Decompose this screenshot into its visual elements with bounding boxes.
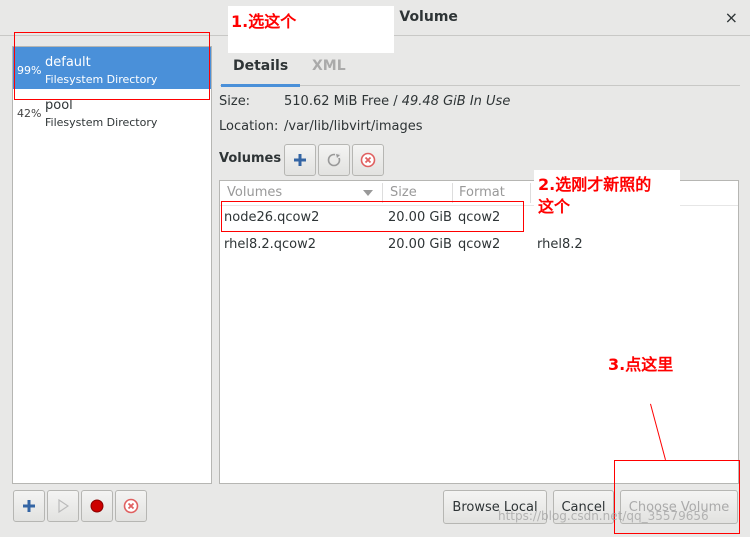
refresh-volumes-button[interactable] xyxy=(318,144,350,176)
add-volume-button[interactable] xyxy=(284,144,316,176)
column-header-volumes[interactable]: Volumes xyxy=(227,185,282,200)
delete-icon xyxy=(123,498,139,514)
column-separator xyxy=(452,183,453,203)
add-icon xyxy=(294,154,306,166)
column-header-size[interactable]: Size xyxy=(390,185,417,200)
window-title: e Volume xyxy=(385,9,458,25)
annotation-step1: 1.选这个 xyxy=(231,12,297,31)
location-label: Location: xyxy=(219,119,279,134)
annotation-step2-line2: 这个 xyxy=(538,197,571,216)
refresh-icon xyxy=(327,153,341,167)
sort-down-icon xyxy=(363,190,373,196)
delete-volume-button[interactable] xyxy=(352,144,384,176)
pool-usage-percent: 42% xyxy=(17,107,42,120)
column-header-format[interactable]: Format xyxy=(459,185,505,200)
play-icon xyxy=(58,499,69,513)
location-value: /var/lib/libvirt/images xyxy=(284,119,423,134)
pool-name: pool xyxy=(45,98,73,113)
volume-used-by: rhel8.2 xyxy=(537,237,583,252)
volume-size: 20.00 GiB xyxy=(388,237,452,252)
stop-pool-button[interactable] xyxy=(81,490,113,522)
column-separator xyxy=(530,183,531,203)
size-value: 510.62 MiB Free / 49.48 GiB In Use xyxy=(284,94,510,109)
volume-format: qcow2 xyxy=(458,237,501,252)
watermark: https://blog.csdn.net/qq_35579656 xyxy=(498,509,709,523)
annotation-step2-line1: 2.选刚才新照的 xyxy=(538,175,652,194)
pool-list: 99% default Filesystem Directory 42% poo… xyxy=(12,46,212,484)
record-icon xyxy=(90,499,104,513)
pool-type: Filesystem Directory xyxy=(45,116,158,129)
volumes-label: Volumes xyxy=(219,151,282,166)
volume-name: rhel8.2.qcow2 xyxy=(224,237,317,252)
size-used: 49.48 GiB In Use xyxy=(401,94,511,109)
annotation-box-default-pool xyxy=(14,32,210,100)
annotation-box-node26 xyxy=(221,201,524,232)
column-separator xyxy=(382,183,383,203)
size-label: Size: xyxy=(219,94,251,109)
delete-pool-button[interactable] xyxy=(115,490,147,522)
annotation-step3: 3.点这里 xyxy=(608,355,674,374)
add-icon xyxy=(23,500,35,512)
table-row[interactable]: rhel8.2.qcow2 20.00 GiB qcow2 rhel8.2 xyxy=(220,234,738,258)
size-free: 510.62 MiB Free / xyxy=(284,94,398,109)
delete-icon xyxy=(360,152,376,168)
tab-details[interactable]: Details xyxy=(220,58,301,87)
tab-xml[interactable]: XML xyxy=(312,58,346,74)
close-icon[interactable]: × xyxy=(725,8,738,27)
add-pool-button[interactable] xyxy=(13,490,45,522)
start-pool-button[interactable] xyxy=(47,490,79,522)
